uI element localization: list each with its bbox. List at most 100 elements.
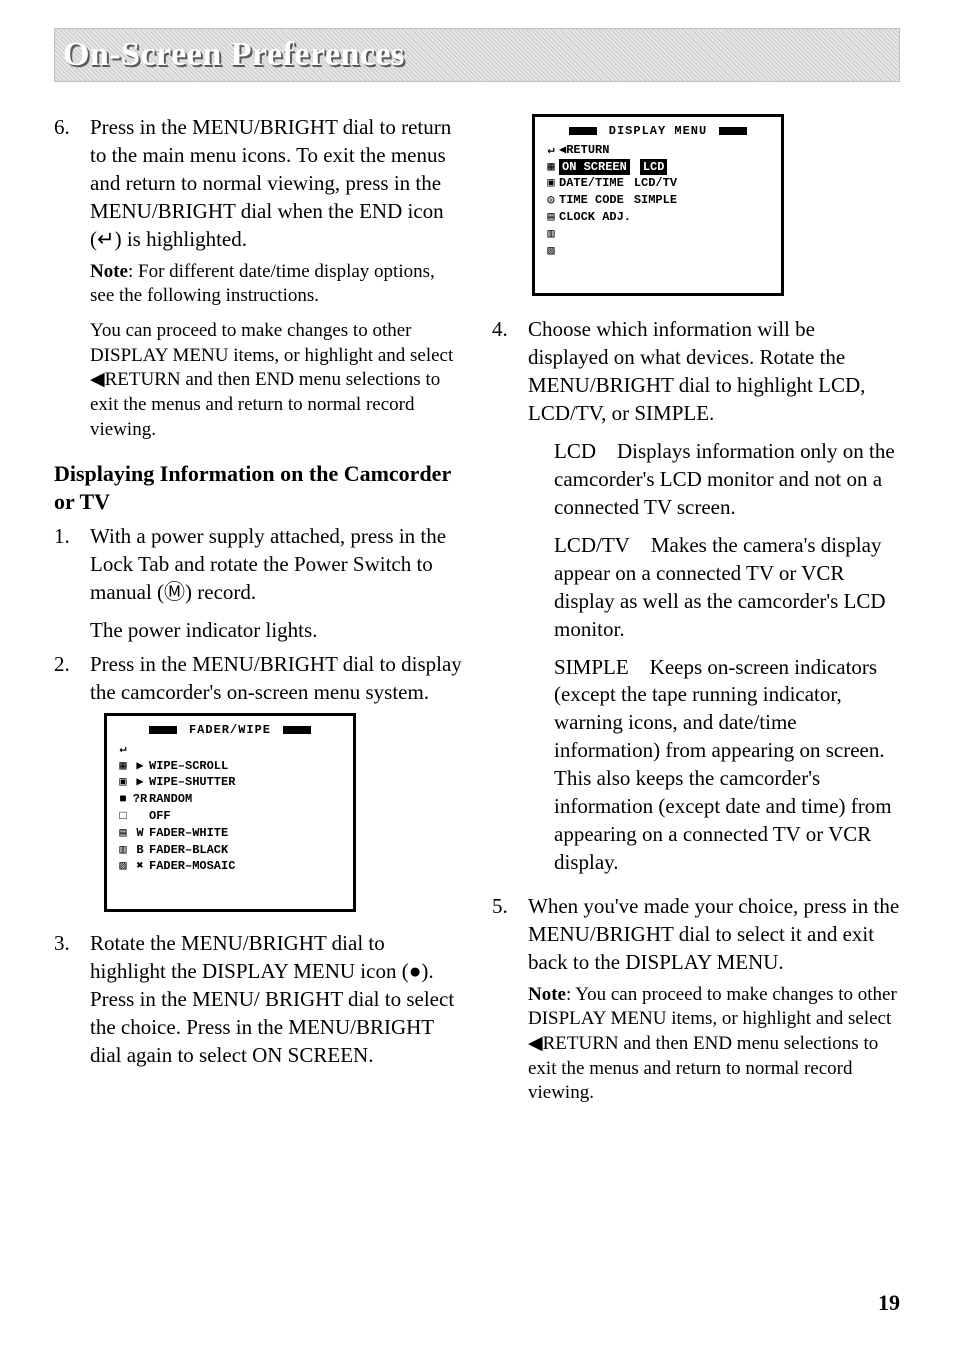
lcd-row: ▦▶WIPE–SCROLL	[115, 758, 345, 775]
step-text: Rotate the MENU/BRIGHT dial to highlight…	[90, 931, 454, 1067]
lcd-title-row: DISPLAY MENU	[543, 123, 773, 140]
lcd-item-text: FADER–MOSAIC	[149, 858, 345, 875]
lcd-mid-icon	[131, 808, 149, 825]
lcd-row: ▤WFADER–WHITE	[115, 825, 345, 842]
step-text: Press in the MENU/BRIGHT dial to return …	[90, 115, 451, 251]
note-label: Note	[90, 261, 128, 282]
step-body: Press in the MENU/BRIGHT dial to display…	[90, 651, 462, 707]
lcd-side-icon: ▦	[115, 758, 131, 775]
bar-icon	[149, 726, 177, 734]
lcd-row-selected: ▦ON SCREEN LCD	[543, 159, 773, 176]
lcd-mid-icon: ?R	[131, 791, 149, 808]
left-column: 6. Press in the MENU/BRIGHT dial to retu…	[54, 114, 462, 1112]
step-after: The power indicator lights.	[90, 617, 462, 645]
lcd-side-icon: ▣	[543, 175, 559, 192]
lcd-title-text: DISPLAY MENU	[609, 124, 707, 138]
step-text: Choose which information will be display…	[528, 317, 865, 425]
step-body: Press in the MENU/BRIGHT dial to return …	[90, 114, 462, 442]
lcd-side-icon: ▤	[115, 825, 131, 842]
right-column: DISPLAY MENU ↵◀RETURN ▦ON SCREEN LCD ▣DAT…	[492, 114, 900, 1112]
option-simple: SIMPLE Keeps on-screen indicators (excep…	[554, 654, 900, 877]
note-block: Note: For different date/time display op…	[90, 260, 462, 309]
lcd-item-text	[559, 226, 569, 243]
fader-wipe-menu: FADER/WIPE ↵ ▦▶WIPE–SCROLL ▣▶WIPE–SHUTTE…	[104, 713, 356, 912]
bar-icon	[569, 127, 597, 135]
lcd-side-icon: ▦	[543, 159, 559, 176]
lcd-side-icon: ▨	[115, 858, 131, 875]
lcd-row: ▣DATE/TIMELCD/TV	[543, 175, 773, 192]
lcd-item-text: DATE/TIME	[559, 175, 634, 192]
lcd-title-row: FADER/WIPE	[115, 722, 345, 739]
option-lcd: LCD Displays information only on the cam…	[554, 438, 900, 522]
manual-page: On-Screen Preferences 6. Press in the ME…	[0, 0, 954, 1352]
lcd-item-value: SIMPLE	[634, 192, 677, 209]
option-list: LCD Displays information only on the cam…	[554, 438, 900, 877]
lcd-side-icon: ▤	[543, 209, 559, 226]
lcd-side-icon: ▥	[543, 226, 559, 243]
option-lcd-tv: LCD/TV Makes the camera's display appear…	[554, 532, 900, 644]
lcd-item-value: LCD/TV	[634, 175, 677, 192]
lcd-row: ▨✖FADER–MOSAIC	[115, 858, 345, 875]
lcd-mid-icon: ✖	[131, 858, 149, 875]
lcd-side-icon: ↵	[115, 741, 131, 758]
step-number: 5.	[492, 893, 528, 1106]
lcd-mid-icon: B	[131, 842, 149, 859]
selected-label: ON SCREEN	[559, 159, 630, 176]
lcd-row: ◎TIME CODESIMPLE	[543, 192, 773, 209]
step-number: 3.	[54, 930, 90, 1070]
lcd-side-icon: ▣	[115, 774, 131, 791]
page-number: 19	[878, 1290, 900, 1316]
bar-icon	[283, 726, 311, 734]
step-text: When you've made your choice, press in t…	[528, 894, 899, 974]
step-6: 6. Press in the MENU/BRIGHT dial to retu…	[54, 114, 462, 442]
step-5: 5. When you've made your choice, press i…	[492, 893, 900, 1106]
lcd-row: ■?RRANDOM	[115, 791, 345, 808]
step-number: 1.	[54, 523, 90, 645]
lcd-row: ↵◀RETURN	[543, 142, 773, 159]
step-text: With a power supply attached, press in t…	[90, 524, 446, 604]
lcd-item-text	[559, 243, 569, 260]
lcd-item-text: FADER–WHITE	[149, 825, 345, 842]
step-text: Press in the MENU/BRIGHT dial to display…	[90, 652, 462, 704]
step-3: 3. Rotate the MENU/BRIGHT dial to highli…	[54, 930, 462, 1070]
lcd-side-icon: ■	[115, 791, 131, 808]
bar-icon	[719, 127, 747, 135]
note-label: Note	[528, 984, 566, 1005]
page-title-bar: On-Screen Preferences	[54, 28, 900, 82]
note-text: : For different date/time display option…	[90, 261, 435, 307]
step-number: 6.	[54, 114, 90, 442]
step-number: 4.	[492, 316, 528, 887]
lcd-item-text: TIME CODE	[559, 192, 634, 209]
step-number: 2.	[54, 651, 90, 707]
lcd-row: □ OFF	[115, 808, 345, 825]
lcd-item-text: OFF	[149, 808, 345, 825]
note-block: Note: You can proceed to make changes to…	[528, 983, 900, 1106]
lcd-item-text: WIPE–SCROLL	[149, 758, 345, 775]
lcd-item-text: ON SCREEN	[559, 159, 640, 176]
step-2: 2. Press in the MENU/BRIGHT dial to disp…	[54, 651, 462, 707]
lcd-side-icon: ↵	[543, 142, 559, 159]
lcd-side-icon: □	[115, 808, 131, 825]
lcd-mid-icon: ▶	[131, 758, 149, 775]
lcd-item-text: FADER–BLACK	[149, 842, 345, 859]
lcd-side-icon: ▨	[543, 243, 559, 260]
lcd-item-value: LCD	[640, 159, 668, 176]
lcd-row: ▣▶WIPE–SHUTTER	[115, 774, 345, 791]
lcd-title-text: FADER/WIPE	[189, 723, 271, 737]
lcd-item-text	[149, 741, 345, 758]
step-body: Choose which information will be display…	[528, 316, 900, 887]
lcd-mid-icon: ▶	[131, 774, 149, 791]
lcd-item-text: CLOCK ADJ.	[559, 209, 641, 226]
step-1: 1. With a power supply attached, press i…	[54, 523, 462, 645]
step-4: 4. Choose which information will be disp…	[492, 316, 900, 887]
lcd-row: ▥BFADER–BLACK	[115, 842, 345, 859]
step-body: When you've made your choice, press in t…	[528, 893, 900, 1106]
lcd-row: ↵	[115, 741, 345, 758]
display-menu-wrap: DISPLAY MENU ↵◀RETURN ▦ON SCREENLCD ▣DAT…	[532, 114, 762, 296]
display-menu: DISPLAY MENU ↵◀RETURN ▦ON SCREEN LCD ▣DAT…	[532, 114, 784, 296]
page-title: On-Screen Preferences	[63, 36, 405, 74]
lcd-side-icon: ◎	[543, 192, 559, 209]
lcd-row: ▥	[543, 226, 773, 243]
step-body: Rotate the MENU/BRIGHT dial to highlight…	[90, 930, 462, 1070]
two-column-layout: 6. Press in the MENU/BRIGHT dial to retu…	[54, 114, 900, 1112]
